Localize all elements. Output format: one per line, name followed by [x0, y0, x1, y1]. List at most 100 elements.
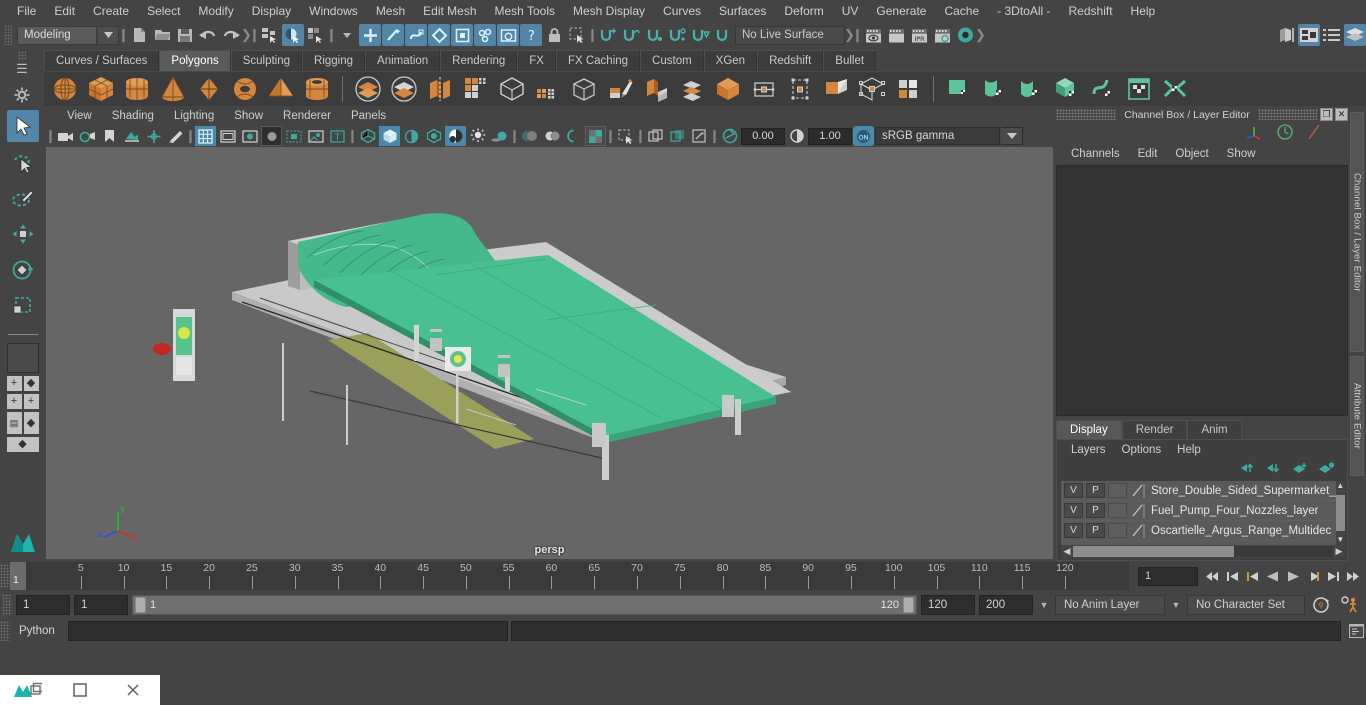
image-plane-icon[interactable]	[121, 126, 142, 146]
use-default-material-icon[interactable]	[423, 126, 444, 146]
multicut-icon[interactable]	[603, 72, 637, 106]
step-back-frame-icon[interactable]	[1244, 566, 1262, 586]
target-weld-icon[interactable]	[747, 72, 781, 106]
motion-blur-icon[interactable]	[541, 126, 562, 146]
wireframe-shading-icon[interactable]	[357, 126, 378, 146]
uv-spherical-map-icon[interactable]	[1014, 72, 1048, 106]
shelf-tab-redshift[interactable]: Redshift	[757, 50, 824, 71]
save-scene-icon[interactable]	[174, 24, 196, 46]
resolution-gate-icon[interactable]	[239, 126, 260, 146]
shade-wireframe-icon[interactable]	[401, 126, 422, 146]
layer-list-vertical-scrollbar[interactable]: ▲ ▼	[1335, 481, 1345, 545]
viewport-menu-renderer[interactable]: Renderer	[273, 110, 341, 122]
range-slider-bar[interactable]: 1 120	[132, 595, 917, 615]
playback-start-time-field[interactable]: 1	[74, 595, 128, 615]
menu-help[interactable]: Help	[1122, 2, 1165, 20]
time-slider[interactable]: 1 5 10 15 20 25 30 35 40 45 50 55 60 65 70 75 80 85 90 95 1…	[10, 562, 1129, 590]
bevel-icon[interactable]	[567, 72, 601, 106]
anim-layer-selector[interactable]: No Anim Layer	[1055, 595, 1165, 615]
chevron-down-icon[interactable]	[1001, 127, 1023, 145]
command-line-grip[interactable]	[0, 621, 10, 641]
tab-render[interactable]: Render	[1121, 420, 1188, 439]
open-scene-icon[interactable]	[151, 24, 173, 46]
fill-hole-icon[interactable]	[675, 72, 709, 106]
snap-magnet-plane-icon[interactable]	[666, 24, 688, 46]
select-by-hierarchy-icon[interactable]	[259, 24, 281, 46]
snap-to-grids-icon[interactable]	[359, 24, 381, 46]
move-tool-icon[interactable]	[7, 218, 39, 250]
edge-tab-channel-box[interactable]: Channel Box / Layer Editor	[1350, 112, 1364, 352]
layer-visibility-toggle[interactable]: V	[1064, 483, 1083, 498]
channel-menu-channels[interactable]: Channels	[1062, 148, 1129, 160]
menu-create[interactable]: Create	[84, 2, 138, 20]
show-hide-editors-icon[interactable]	[1275, 24, 1297, 46]
layer-visibility-toggle[interactable]: V	[1064, 503, 1083, 518]
lasso-select-tool-icon[interactable]	[7, 146, 39, 178]
hypershade-icon[interactable]	[954, 24, 976, 46]
menu-windows[interactable]: Windows	[300, 2, 367, 20]
menu-generate[interactable]: Generate	[867, 2, 935, 20]
contrast-value-field[interactable]: 1.00	[808, 127, 852, 145]
scroll-thumb[interactable]	[1073, 546, 1235, 557]
poly-torus-icon[interactable]	[228, 72, 262, 106]
shelf-tab-fx[interactable]: FX	[517, 50, 556, 71]
menu-set-selector[interactable]: Modeling	[17, 25, 97, 45]
uv-contour-stretch-icon[interactable]	[1086, 72, 1120, 106]
render-settings-icon[interactable]	[931, 24, 953, 46]
viewport-menu-panels[interactable]: Panels	[341, 110, 396, 122]
layer-shading-toggle[interactable]	[1108, 503, 1127, 518]
range-start-handle[interactable]	[135, 597, 146, 613]
bookmark-icon[interactable]	[99, 126, 120, 146]
lock-icon[interactable]	[543, 24, 565, 46]
shelf-tab-rigging[interactable]: Rigging	[302, 50, 366, 71]
range-slider-grip[interactable]	[2, 594, 12, 616]
snap-magnet-uv-icon[interactable]	[689, 24, 711, 46]
poly-cube-icon[interactable]	[84, 72, 118, 106]
playback-end-time-field[interactable]: 120	[921, 595, 975, 615]
paint-select-tool-icon[interactable]	[7, 182, 39, 214]
tab-display[interactable]: Display	[1056, 420, 1122, 439]
single-perspective-layout-icon[interactable]	[6, 343, 39, 373]
menu-edit[interactable]: Edit	[45, 2, 84, 20]
layer-menu-layers[interactable]: Layers	[1063, 444, 1114, 456]
shelf-tab-bullet[interactable]: Bullet	[823, 50, 877, 71]
shelf-tab-rendering[interactable]: Rendering	[440, 50, 518, 71]
snap-to-view-planes-icon[interactable]	[451, 24, 473, 46]
film-gate-icon[interactable]	[217, 126, 238, 146]
layer-color-swatch-icon[interactable]	[1130, 483, 1146, 498]
character-set-selector[interactable]: No Character Set	[1187, 595, 1305, 615]
scroll-track[interactable]	[1073, 546, 1333, 557]
channel-box-content-area[interactable]	[1056, 165, 1348, 416]
table-row[interactable]: V P Fuel_Pump_Four_Nozzles_layer	[1061, 501, 1336, 521]
menu-mesh-tools[interactable]: Mesh Tools	[486, 2, 564, 20]
select-by-object-type-icon[interactable]	[282, 24, 304, 46]
snap-magnet-curve-icon[interactable]	[620, 24, 642, 46]
menu-3dtoall[interactable]: - 3DtoAll -	[988, 2, 1059, 20]
menu-uv[interactable]: UV	[833, 2, 868, 20]
viewport-menu-view[interactable]: View	[57, 110, 102, 122]
status-line-grip[interactable]	[4, 25, 12, 45]
xray-joints-icon[interactable]	[667, 126, 688, 146]
four-view-layout-icon-2[interactable]: + +	[6, 394, 39, 409]
snap-magnet-grid-icon[interactable]	[597, 24, 619, 46]
outliner-persp-layout-icon[interactable]: ▤ ◆	[6, 412, 39, 434]
close-panel-icon[interactable]: ✕	[1335, 108, 1348, 121]
new-layer-icon[interactable]	[1293, 462, 1309, 478]
shelf-tab-fx-caching[interactable]: FX Caching	[555, 50, 641, 71]
render-current-frame-icon[interactable]	[862, 24, 884, 46]
exposure-icon[interactable]	[719, 126, 740, 146]
poly-pyramid-icon[interactable]	[264, 72, 298, 106]
play-forwards-icon[interactable]	[1284, 566, 1302, 586]
shelf-tab-menu-icon[interactable]: ☰	[16, 62, 28, 75]
selection-mask-icon[interactable]	[566, 24, 588, 46]
chevron-down-icon-2[interactable]: ▼	[1169, 600, 1183, 610]
live-surface-field[interactable]: No Live Surface	[735, 25, 845, 45]
quad-draw-icon[interactable]	[711, 72, 745, 106]
select-camera-icon[interactable]	[55, 126, 76, 146]
menu-file[interactable]: File	[8, 2, 45, 20]
layout-persp[interactable]: ◆	[23, 412, 39, 434]
scroll-up-arrow-icon[interactable]: ▲	[1336, 481, 1344, 491]
append-polygon-icon[interactable]	[783, 72, 817, 106]
undo-icon[interactable]	[197, 24, 219, 46]
layer-playback-toggle[interactable]: P	[1086, 503, 1105, 518]
